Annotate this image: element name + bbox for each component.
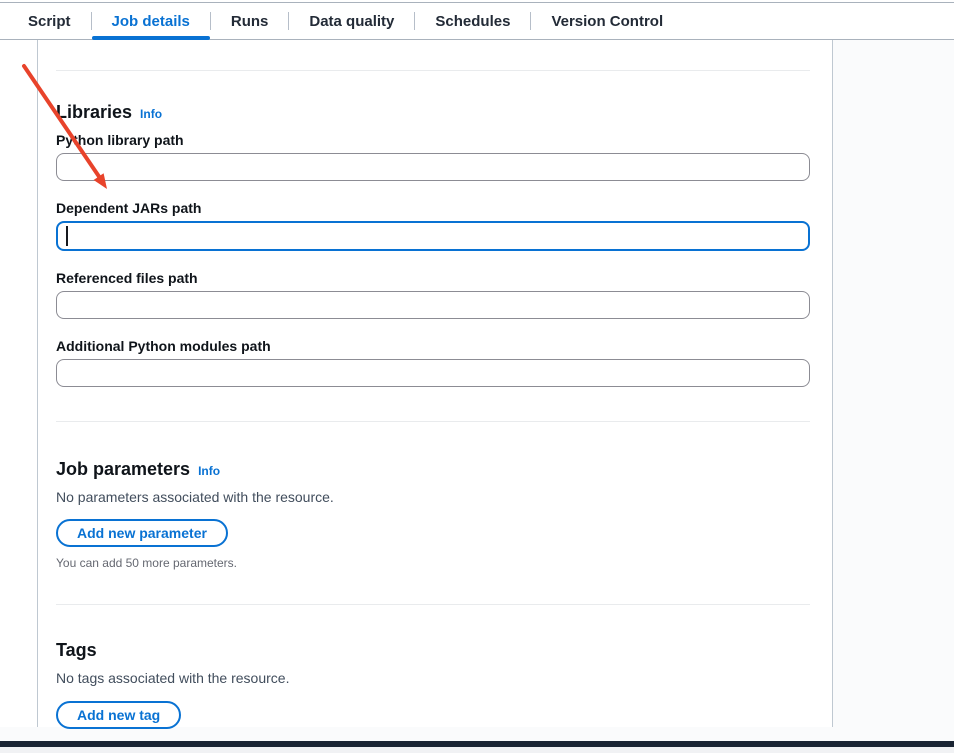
bottom-edge	[0, 747, 954, 753]
job-parameters-info-link[interactable]: Info	[198, 464, 220, 478]
libraries-info-link[interactable]: Info	[140, 107, 162, 121]
job-tabs: Script Job details Runs Data quality Sch…	[0, 3, 954, 40]
tab-version-control[interactable]: Version Control	[531, 3, 683, 39]
add-new-tag-button[interactable]: Add new tag	[56, 701, 181, 729]
libraries-heading: Libraries	[56, 101, 132, 123]
right-gutter	[833, 40, 954, 727]
dependent-jars-path-label: Dependent JARs path	[56, 199, 810, 217]
python-library-path-input[interactable]	[56, 153, 810, 181]
job-parameters-empty-text: No parameters associated with the resour…	[56, 487, 810, 507]
tab-script[interactable]: Script	[8, 3, 91, 39]
text-cursor-caret	[66, 226, 68, 246]
bottom-spacer	[0, 727, 954, 741]
section-divider	[56, 70, 810, 71]
tab-job-details[interactable]: Job details	[92, 3, 210, 39]
left-gutter	[0, 40, 37, 727]
python-library-path-label: Python library path	[56, 131, 810, 149]
tab-runs[interactable]: Runs	[211, 3, 289, 39]
tags-empty-text: No tags associated with the resource.	[56, 668, 810, 688]
section-divider	[56, 604, 810, 605]
job-parameters-hint-text: You can add 50 more parameters.	[56, 555, 810, 571]
python-library-path-field	[56, 153, 810, 181]
job-parameters-heading: Job parameters	[56, 458, 190, 480]
section-divider	[56, 421, 810, 422]
additional-python-modules-path-field	[56, 359, 810, 387]
add-new-parameter-button[interactable]: Add new parameter	[56, 519, 228, 547]
referenced-files-path-field	[56, 291, 810, 319]
dependent-jars-path-input[interactable]	[56, 221, 810, 251]
referenced-files-path-label: Referenced files path	[56, 269, 810, 287]
additional-python-modules-path-input[interactable]	[56, 359, 810, 387]
referenced-files-path-input[interactable]	[56, 291, 810, 319]
additional-python-modules-path-label: Additional Python modules path	[56, 337, 810, 355]
tab-data-quality[interactable]: Data quality	[289, 3, 414, 39]
tags-heading: Tags	[56, 639, 97, 661]
job-details-panel: Libraries Info Python library path Depen…	[37, 40, 833, 727]
tab-schedules[interactable]: Schedules	[415, 3, 530, 39]
dependent-jars-path-field	[56, 221, 810, 251]
